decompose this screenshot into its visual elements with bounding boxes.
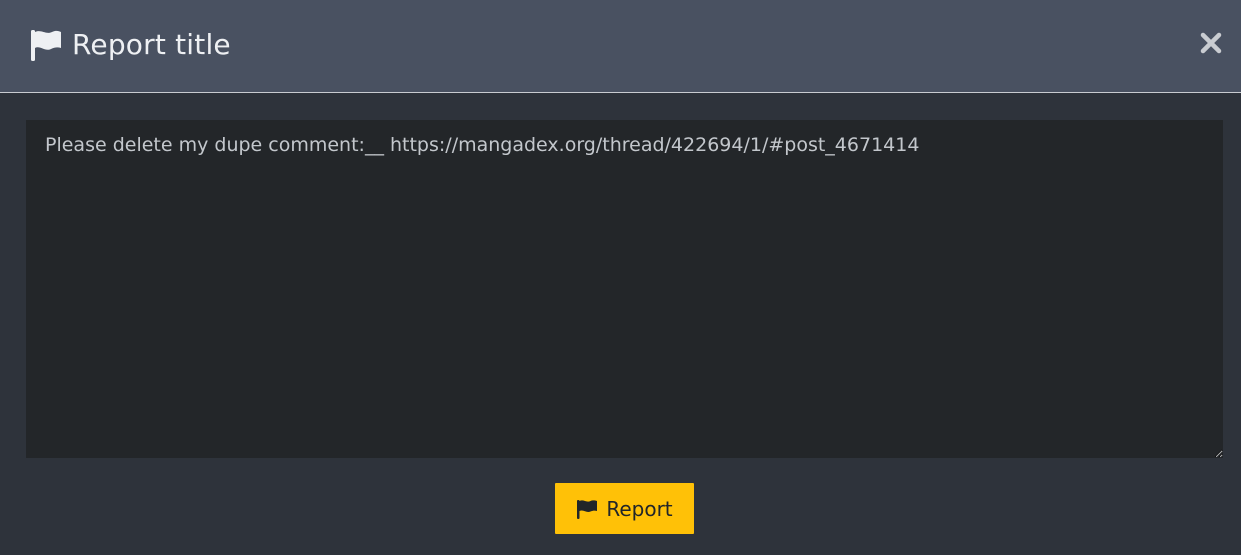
report-form: Please delete my dupe comment:__ https:/…: [26, 120, 1223, 458]
modal-header: Report title: [0, 0, 1241, 93]
flag-icon: [31, 30, 61, 61]
report-button[interactable]: Report: [555, 483, 694, 534]
report-reason-textarea[interactable]: Please delete my dupe comment:__ https:/…: [26, 120, 1223, 458]
report-modal: Report title Please delete my dupe comme…: [0, 0, 1241, 555]
report-button-label: Report: [606, 496, 673, 521]
modal-title: Report title: [72, 28, 231, 61]
flag-icon: [577, 499, 598, 519]
close-icon[interactable]: [1199, 28, 1223, 56]
